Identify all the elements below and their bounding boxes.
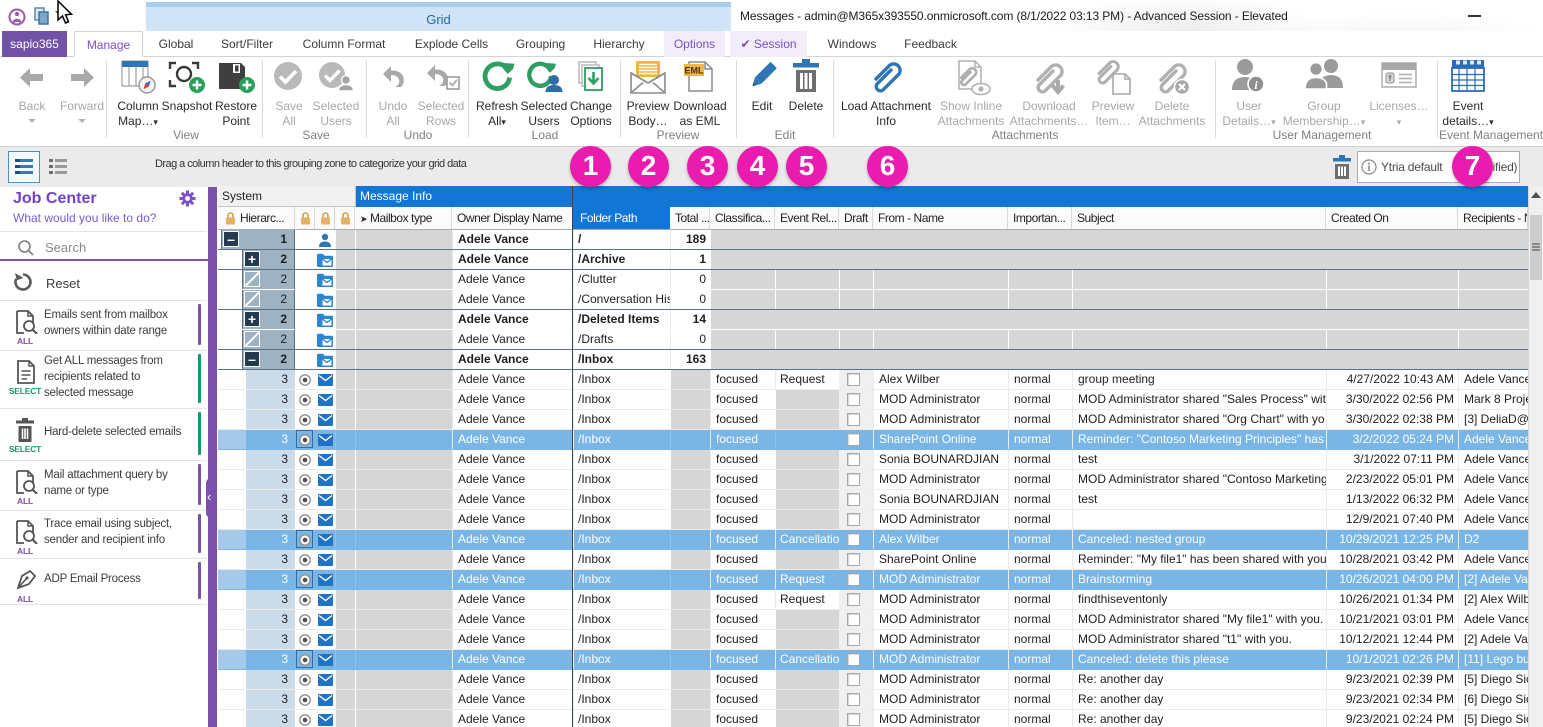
svg-text:EML: EML [685, 66, 705, 76]
